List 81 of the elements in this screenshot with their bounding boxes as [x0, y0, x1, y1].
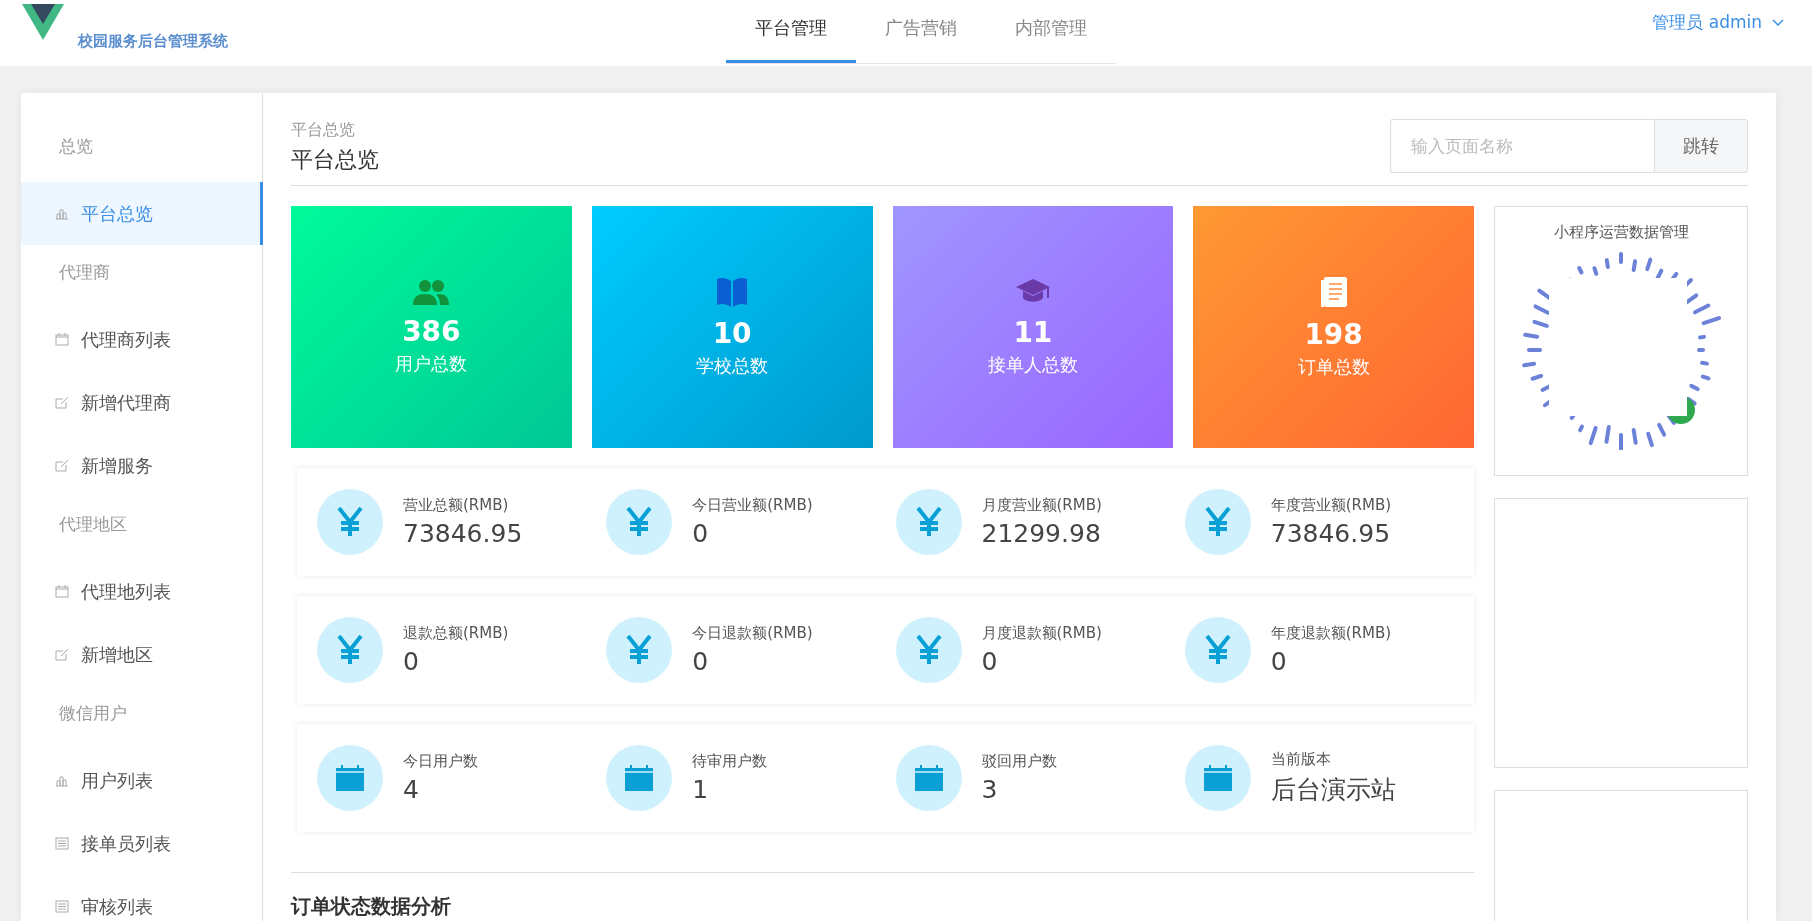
- search-field[interactable]: 输入页面名称: [1390, 119, 1654, 173]
- edit-icon: [55, 459, 69, 472]
- info-value: 3: [981, 775, 999, 804]
- stat-label: 用户总数: [395, 351, 468, 376]
- go-button[interactable]: 跳转: [1654, 119, 1748, 173]
- calendar-icon: [625, 765, 654, 791]
- nav-tab[interactable]: 内部管理: [986, 0, 1116, 63]
- info-label: 当前版本: [1270, 750, 1332, 769]
- bar-chart-icon: [55, 774, 69, 787]
- yen-icon: [1204, 507, 1231, 537]
- menu-item[interactable]: 用户列表: [21, 749, 263, 812]
- yen-icon: [626, 635, 653, 665]
- info-value: 0: [403, 647, 420, 676]
- panel-title: 小程序运营数据管理: [1553, 223, 1689, 242]
- list-icon: [55, 837, 69, 850]
- calendar-icon: [1203, 765, 1232, 791]
- list-icon: [55, 900, 69, 913]
- menu-item[interactable]: 代理商列表: [21, 308, 263, 371]
- menu-item[interactable]: 新增代理商: [21, 371, 263, 434]
- stat-value: 10: [712, 316, 752, 350]
- menu-item[interactable]: 代理地列表: [21, 560, 263, 623]
- nav-tab[interactable]: 广告营销: [856, 0, 986, 63]
- yen-icon: [915, 507, 942, 537]
- info-label: 营业总额(RMB): [403, 496, 510, 515]
- bar-chart-icon: [55, 207, 69, 220]
- info-label: 月度退款额(RMB): [981, 624, 1102, 643]
- page-title: 平台总览: [291, 146, 380, 174]
- edit-icon: [55, 648, 69, 661]
- menu-group-title: 代理商: [58, 261, 111, 284]
- breadcrumb: 平台总览: [291, 120, 356, 141]
- menu-item[interactable]: 新增服务: [21, 434, 263, 497]
- logo-icon: [22, 4, 64, 40]
- info-value: 4: [403, 775, 420, 804]
- stat-label: 学校总数: [696, 353, 769, 378]
- info-value: 73846.95: [1270, 519, 1392, 548]
- stat-value: 386: [402, 314, 461, 348]
- calendar-icon: [914, 765, 943, 791]
- menu-group-title: 微信用户: [58, 702, 128, 725]
- info-value: 73846.95: [403, 519, 523, 548]
- chevron-down-icon: [1772, 18, 1784, 27]
- yen-icon: [1204, 635, 1231, 665]
- stat-label: 接单人总数: [987, 352, 1078, 377]
- info-label: 年度退款额(RMB): [1270, 624, 1392, 643]
- stat-value: 198: [1304, 317, 1363, 351]
- menu-item[interactable]: 新增地区: [21, 623, 263, 686]
- info-value: 21299.98: [981, 519, 1102, 548]
- yen-icon: [337, 635, 363, 665]
- calendar-icon: [336, 765, 364, 791]
- info-label: 月度营业额(RMB): [981, 496, 1102, 515]
- calendar-icon: [55, 333, 69, 346]
- book-icon: [716, 276, 749, 307]
- user-menu[interactable]: 管理员 admin: [1646, 0, 1790, 66]
- menu-item[interactable]: 审核列表: [21, 875, 263, 921]
- users-icon: [413, 278, 450, 305]
- document-icon: [1319, 275, 1348, 308]
- info-value: 0: [692, 647, 710, 676]
- menu-group-title: 总览: [58, 135, 94, 158]
- info-value: 0: [692, 519, 710, 548]
- info-value: 0: [981, 647, 999, 676]
- edit-icon: [55, 396, 69, 409]
- menu-item[interactable]: 接单员列表: [21, 812, 263, 875]
- info-label: 今日退款额(RMB): [692, 624, 813, 643]
- app-title: 校园服务后台管理系统: [78, 32, 228, 51]
- section-title: 订单状态数据分析: [291, 893, 452, 920]
- stat-value: 11: [1013, 315, 1053, 349]
- nav-tab[interactable]: 平台管理: [726, 0, 856, 63]
- yen-icon: [337, 507, 363, 537]
- stat-label: 订单总数: [1297, 354, 1370, 379]
- yen-icon: [626, 507, 653, 537]
- info-label: 年度营业额(RMB): [1270, 496, 1392, 515]
- info-value: 后台演示站: [1270, 774, 1396, 806]
- info-value: 1: [692, 775, 710, 804]
- info-label: 驳回用户数: [981, 752, 1057, 771]
- info-value: 0: [1270, 647, 1288, 676]
- info-label: 退款总额(RMB): [403, 624, 509, 643]
- calendar-icon: [55, 585, 69, 598]
- info-label: 今日用户数: [403, 752, 478, 771]
- menu-group-title: 代理地区: [58, 513, 128, 536]
- info-label: 待审用户数: [692, 752, 768, 771]
- yen-icon: [915, 635, 942, 665]
- info-label: 今日营业额(RMB): [692, 496, 813, 515]
